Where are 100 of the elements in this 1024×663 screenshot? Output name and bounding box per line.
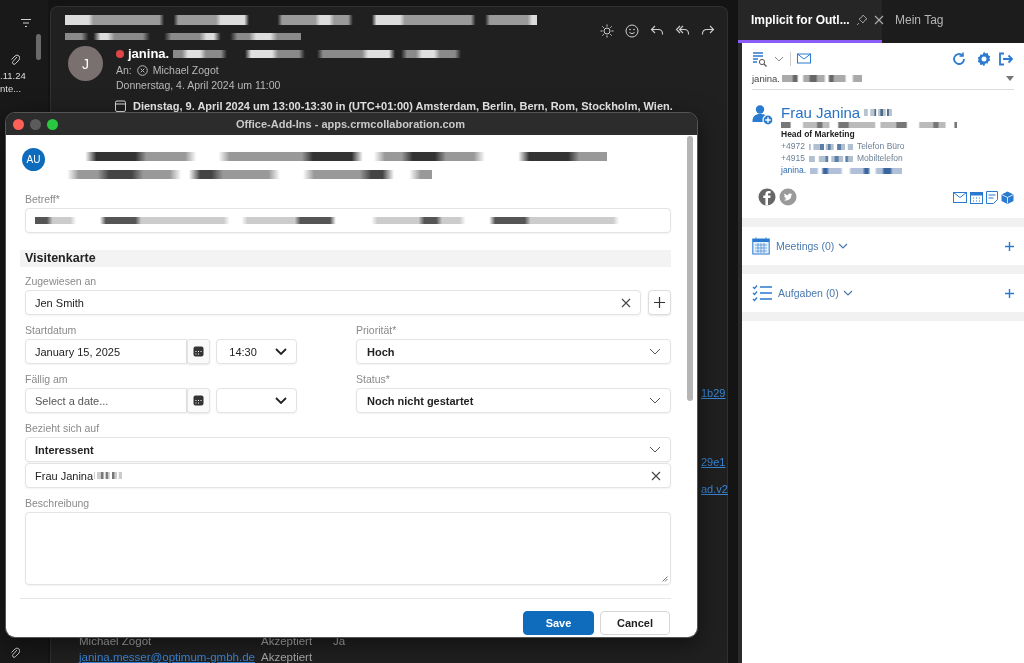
sent-date: Donnerstag, 4. April 2024 um 11:00 (116, 79, 282, 91)
redacted-text (808, 155, 853, 162)
calendar-icon (193, 395, 205, 406)
pin-icon[interactable] (855, 14, 868, 26)
field-label: Fällig am (25, 373, 69, 386)
facebook-icon[interactable] (758, 188, 776, 206)
avatar: AU (22, 148, 45, 171)
scrollbar-thumb[interactable] (687, 136, 693, 401)
window-close-button[interactable] (13, 118, 24, 130)
add-icon (654, 297, 665, 308)
window-zoom-button[interactable] (47, 118, 58, 130)
calendar-button[interactable] (187, 388, 211, 413)
field-label: Zugewiesen an (25, 275, 98, 288)
caret-down-icon (1006, 76, 1014, 81)
list-item-date: .11.24 (0, 69, 27, 82)
link[interactable]: 29e1 (701, 456, 725, 469)
redacted-text (94, 472, 123, 479)
sender-name: janina. (128, 46, 170, 61)
bird-icon[interactable] (779, 188, 797, 206)
remove-icon[interactable] (136, 64, 148, 76)
checklist-icon[interactable] (752, 284, 772, 302)
account-name: janina. (752, 73, 780, 84)
clear-icon[interactable] (621, 297, 631, 308)
response-status: Akzeptiert (261, 650, 314, 663)
account-dropdown[interactable]: janina. (752, 73, 1014, 90)
calendar-button[interactable] (186, 339, 211, 364)
field-label: Betreff* (25, 193, 61, 206)
filter-icon[interactable] (20, 18, 32, 28)
scrollbar-thumb[interactable] (36, 34, 41, 60)
phone-number[interactable]: +4972 (781, 141, 805, 152)
phone-type: Telefon Büro (856, 141, 905, 152)
redacted-text (808, 143, 853, 150)
add-icon[interactable] (1005, 241, 1014, 251)
assignee-field[interactable]: Jen Smith (25, 290, 641, 315)
add-icon[interactable] (1005, 288, 1014, 298)
chevron-down-icon[interactable] (649, 348, 661, 355)
meeting-time: Dienstag, 9. April 2024 um 13:00-13:30 in (UTC+01:00) Amsterdam, Berlin, Bern, Rom, Stockholm, Wien. (133, 100, 673, 112)
refresh-icon[interactable] (952, 52, 966, 66)
search-list-icon[interactable] (752, 51, 768, 67)
mail-icon[interactable] (797, 53, 812, 65)
clear-icon[interactable] (651, 470, 661, 481)
to-label: An: (116, 64, 132, 76)
subject-field[interactable] (25, 208, 671, 233)
field-label: Priorität* (356, 324, 398, 337)
status-dropdown[interactable]: Noch nicht gestartet (356, 388, 671, 413)
email-link[interactable]: janina.messer@optimum-gmbh.de (79, 650, 261, 663)
mail-icon[interactable] (953, 191, 967, 203)
section-title[interactable]: Meetings (0) (776, 240, 835, 252)
resize-grip-icon[interactable] (662, 576, 668, 582)
link[interactable]: 1b29 (701, 387, 725, 400)
add-person-icon[interactable] (752, 104, 774, 126)
section-title[interactable]: Aufgaben (0) (778, 287, 839, 299)
chevron-down-icon[interactable] (275, 397, 287, 404)
tab[interactable]: Implicit for Outl... (738, 0, 882, 43)
field-label: Status* (356, 373, 391, 386)
smiley-icon[interactable] (625, 24, 639, 38)
section-header: Visitenkarte (20, 250, 671, 267)
window-title: Office-Add-Ins - apps.crmcollaboration.com (234, 118, 467, 130)
list-item-preview[interactable]: nte... (0, 82, 36, 95)
sun-icon[interactable] (600, 24, 614, 38)
forward-icon[interactable] (701, 24, 715, 36)
close-icon[interactable] (873, 15, 884, 25)
time-dropdown[interactable]: 14:30 (216, 339, 297, 364)
job-title: Head of Marketing (781, 129, 856, 140)
type-dropdown[interactable]: Interessent (25, 437, 671, 462)
redacted-text (864, 109, 893, 116)
field-label: Beschreibung (25, 497, 91, 510)
sender-avatar: J (68, 46, 103, 81)
note-icon[interactable] (986, 190, 998, 204)
chevron-down-icon[interactable] (649, 397, 661, 404)
calendar-icon (193, 346, 205, 357)
reply-icon[interactable] (650, 24, 664, 36)
description-field[interactable] (25, 512, 671, 585)
chevron-down-icon[interactable] (649, 446, 661, 453)
cancel-button[interactable]: Cancel (600, 611, 670, 635)
contact-name[interactable]: Frau Janina (781, 104, 861, 121)
presence-dot (116, 49, 124, 58)
sign-out-icon[interactable] (998, 52, 1014, 66)
field-label: Startdatum (25, 324, 78, 337)
calendar-icon (115, 100, 126, 112)
cube-icon[interactable] (1001, 190, 1014, 204)
priority-dropdown[interactable]: Hoch (356, 339, 671, 364)
paperclip-icon (10, 54, 20, 66)
email-link[interactable]: janina. (781, 165, 807, 176)
phone-type: Mobiltelefon (856, 153, 903, 164)
tab[interactable]: Mein Tag (882, 0, 954, 43)
reply-all-icon[interactable] (675, 24, 690, 36)
add-button[interactable] (648, 290, 671, 315)
paperclip-icon (10, 647, 20, 659)
related-record-field[interactable]: Frau Janina (25, 463, 671, 488)
phone-number[interactable]: +4915 (781, 153, 805, 164)
calendar-icon[interactable] (752, 237, 770, 255)
calendar-icon[interactable] (970, 190, 983, 204)
date-field[interactable]: January 15, 2025 (25, 339, 187, 364)
chevron-down-icon[interactable] (275, 348, 287, 355)
response-status: Akzeptiert (261, 634, 314, 648)
date-field[interactable]: Select a date... (25, 388, 187, 413)
recipient-name[interactable]: Michael Zogot (152, 64, 219, 76)
settings-icon[interactable] (976, 51, 992, 67)
save-button[interactable]: Save (523, 611, 594, 635)
